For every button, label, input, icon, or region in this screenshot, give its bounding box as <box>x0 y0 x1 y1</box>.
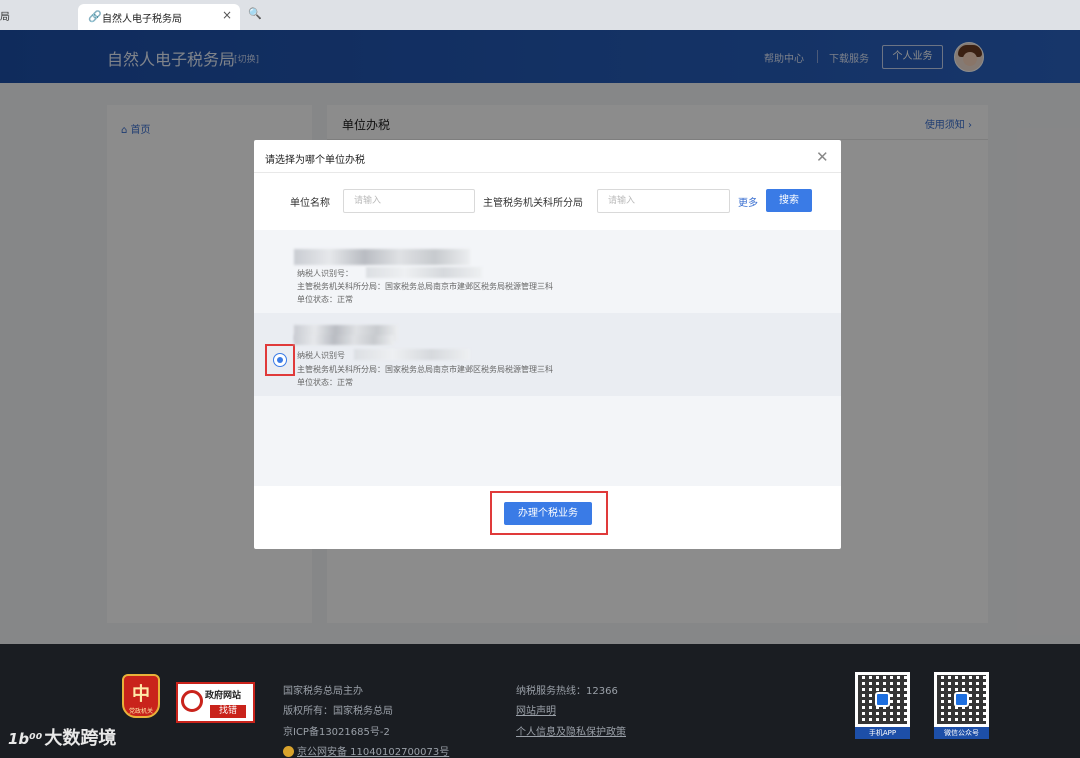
qr-center-logo-icon <box>954 692 969 707</box>
mobile-app-qr-code[interactable] <box>855 672 910 727</box>
site-footer: 中 党政机关 政府网站 找错 国家税务总局主办 版权所有：国家税务总局 京ICP… <box>0 644 1080 758</box>
select-unit-dialog: 请选择为哪个单位办税 ✕ 单位名称 请输入 主管税务机关科所分局 请输入 更多 … <box>254 140 841 549</box>
browser-tab-strip: 局 🔗 自然人电子税务局 × 🔍 <box>0 0 1080 30</box>
dialog-divider <box>254 172 841 173</box>
unit-radio-button[interactable] <box>273 353 287 367</box>
footer-copyright: 版权所有：国家税务总局 <box>283 706 393 717</box>
footer-sponsor: 国家税务总局主办 <box>283 686 363 697</box>
unit-list-empty-area <box>254 396 841 486</box>
radio-selected-dot <box>277 357 283 363</box>
action-highlight-box: 办理个税业务 <box>490 491 608 535</box>
police-record-text: 京公网安备 11040102700073号 <box>297 747 450 758</box>
dialog-title: 请选择为哪个单位办税 <box>265 155 365 166</box>
magnifier-icon <box>181 690 203 712</box>
taxpayer-id-label: 纳税人识别号 <box>297 351 345 360</box>
tab-search-icon[interactable]: 🔍 <box>248 7 262 20</box>
tax-office-line: 主管税务机关科所分局：国家税务总局南京市建邺区税务局税源管理三科 <box>297 365 553 374</box>
qr-mobile-label: 手机APP <box>855 727 910 739</box>
redacted-unit-name-line2 <box>294 335 394 345</box>
active-browser-tab[interactable]: 🔗 自然人电子税务局 × <box>78 4 240 30</box>
more-filters-link[interactable]: 更多 <box>738 194 758 209</box>
redacted-taxpayer-id <box>354 349 470 360</box>
redacted-unit-name <box>294 249 470 265</box>
watermark-text: 大数跨境 <box>44 728 117 749</box>
emblem-glyph: 中 <box>132 684 150 705</box>
tax-office-label: 主管税务机关科所分局 <box>483 198 583 209</box>
handle-individual-tax-button[interactable]: 办理个税业务 <box>504 502 592 525</box>
redacted-taxpayer-id <box>366 267 482 278</box>
taxpayer-id-label: 纳税人识别号： <box>297 269 353 278</box>
watermark-logo-icon: 1b⁰⁰ <box>8 730 43 748</box>
tax-office-input[interactable]: 请输入 <box>597 189 730 213</box>
radio-highlight-box <box>265 344 295 376</box>
unit-list: 纳税人识别号： 主管税务机关科所分局：国家税务总局南京市建邺区税务局税源管理三科… <box>254 230 841 486</box>
tab-title: 自然人电子税务局 <box>102 14 182 25</box>
qr-wechat-label: 微信公众号 <box>934 727 989 739</box>
footer-police-record[interactable]: 京公网安备 11040102700073号 <box>283 743 449 758</box>
party-gov-emblem-icon[interactable]: 中 党政机关 <box>122 674 160 718</box>
close-icon[interactable]: ✕ <box>816 148 829 166</box>
police-badge-icon <box>283 746 294 757</box>
watermark: 1b⁰⁰ 大数跨境 <box>8 724 116 750</box>
footer-icp[interactable]: 京ICP备13021685号-2 <box>283 723 390 738</box>
search-button[interactable]: 搜索 <box>766 189 812 212</box>
unit-status-line: 单位状态：正常 <box>297 378 353 387</box>
wechat-qr-code[interactable] <box>934 672 989 727</box>
gov-site-title: 政府网站 <box>205 691 242 701</box>
unit-list-item[interactable]: 纳税人识别号： 主管税务机关科所分局：国家税务总局南京市建邺区税务局税源管理三科… <box>254 230 841 313</box>
tax-office-line: 主管税务机关科所分局：国家税务总局南京市建邺区税务局税源管理三科 <box>297 282 553 291</box>
site-statement-link[interactable]: 网站声明 <box>516 702 556 717</box>
footer-hotline: 纳税服务热线：12366 <box>516 686 618 697</box>
emblem-label: 党政机关 <box>128 708 153 715</box>
gov-site-error-report-badge[interactable]: 政府网站 找错 <box>176 682 255 723</box>
previous-tab-fragment[interactable]: 局 <box>0 8 10 23</box>
gov-site-tag: 找错 <box>210 705 246 718</box>
unit-name-input[interactable]: 请输入 <box>343 189 475 213</box>
unit-list-item-selected[interactable]: 纳税人识别号 主管税务机关科所分局：国家税务总局南京市建邺区税务局税源管理三科 … <box>254 313 841 396</box>
link-icon: 🔗 <box>88 10 102 23</box>
close-tab-icon[interactable]: × <box>222 8 232 22</box>
qr-center-logo-icon <box>875 692 890 707</box>
privacy-policy-link[interactable]: 个人信息及隐私保护政策 <box>516 723 626 738</box>
unit-status-line: 单位状态：正常 <box>297 295 353 304</box>
unit-name-label: 单位名称 <box>290 198 330 209</box>
